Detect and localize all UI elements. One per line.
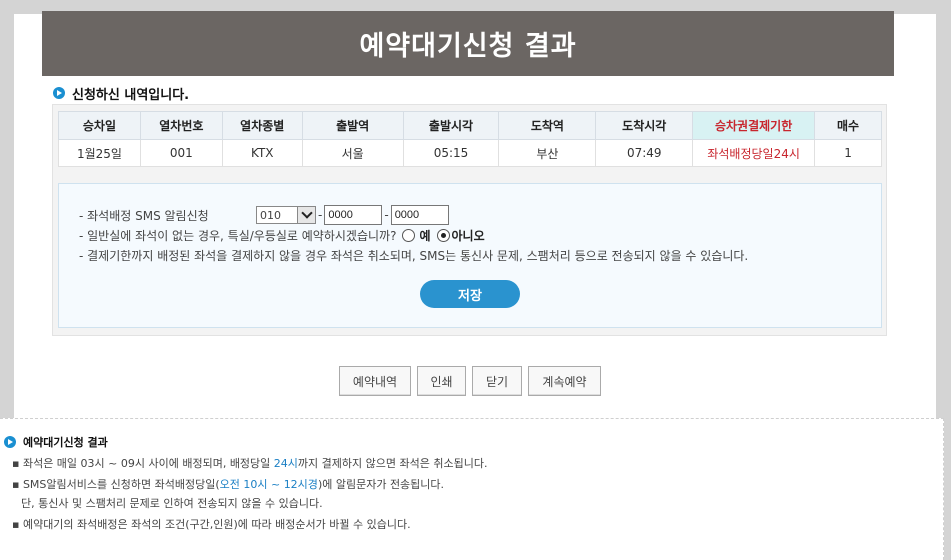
radio-yes[interactable]	[402, 229, 416, 242]
arrow-bullet-icon	[4, 436, 16, 448]
cell-arrival-station: 부산	[498, 139, 597, 167]
notice-line-1c: 까지 결제하지 않으면 좌석은 취소됩니다.	[297, 457, 488, 470]
cell-ticket-count: 1	[814, 139, 882, 167]
col-ticket-count: 매수	[814, 111, 882, 140]
close-button[interactable]: 닫기	[472, 366, 522, 396]
notice-line-4: ▪ 예약대기의 좌석배정은 좌석의 조건(구간,인원)에 따라 배정순서가 바뀔…	[12, 518, 411, 531]
section-heading: 신청하신 내역입니다.	[53, 84, 190, 103]
phone-middle-input[interactable]	[324, 205, 383, 225]
col-arrival-time: 도착시각	[595, 111, 694, 140]
phone-prefix-select[interactable]: 010	[256, 206, 316, 224]
continue-reservation-button[interactable]: 계속예약	[528, 366, 601, 396]
phone-dash: -	[384, 208, 389, 222]
radio-no[interactable]	[436, 229, 450, 242]
notice-line-2: ▪ SMS알림서비스를 신청하면 좌석배정당일(오전 10시 ~ 12시경)에 …	[12, 476, 444, 492]
notice-line-3: 단, 통신사 및 스팸처리 문제로 인하여 전송되지 않을 수 있습니다.	[21, 497, 323, 510]
cell-payment-deadline: 좌석배정당일24시	[692, 139, 816, 167]
notice-heading: 예약대기신청 결과	[4, 434, 108, 450]
special-seat-row: - 일반실에 좌석이 없는 경우, 특실/우등실로 예약하시겠습니까? 예 아니…	[79, 227, 485, 244]
col-train-type: 열차종별	[221, 111, 303, 140]
cell-arrival-time: 07:49	[595, 139, 694, 167]
cell-departure-station: 서울	[301, 139, 404, 167]
arrow-bullet-icon	[53, 87, 65, 99]
notice-line-2b: 오전 10시 ~ 12시경	[219, 478, 318, 491]
options-box: - 좌석배정 SMS 알림신청 010 - - - 일반실에 좌석이 없는 경우…	[58, 183, 882, 328]
cell-boarding-date: 1월25일	[58, 139, 141, 167]
radio-yes-label[interactable]: 예	[419, 227, 430, 244]
sms-row: - 좌석배정 SMS 알림신청 010 - -	[79, 205, 449, 225]
col-departure-station: 출발역	[301, 111, 404, 140]
radio-no-label[interactable]: 아니오	[452, 227, 485, 244]
col-arrival-station: 도착역	[498, 111, 597, 140]
cell-train-number: 001	[139, 139, 223, 167]
reservation-history-button[interactable]: 예약내역	[339, 366, 411, 396]
table-header-row: 승차일 열차번호 열차종별 출발역 출발시각 도착역 도착시각 승차권결제기한 …	[58, 111, 882, 140]
notice-line-2a: ▪ SMS알림서비스를 신청하면 좌석배정당일(	[12, 478, 220, 491]
notice-line-1: ▪ 좌석은 매일 03시 ~ 09시 사이에 배정되며, 배정당일 24시까지 …	[12, 455, 487, 471]
cell-departure-time: 05:15	[402, 139, 500, 167]
cell-train-type: KTX	[221, 139, 303, 167]
special-seat-label: - 일반실에 좌석이 없는 경우, 특실/우등실로 예약하시겠습니까?	[79, 229, 397, 243]
col-train-number: 열차번호	[139, 111, 223, 140]
sms-label: - 좌석배정 SMS 알림신청	[79, 208, 209, 223]
section-heading-text: 신청하신 내역입니다.	[72, 87, 190, 103]
chevron-down-icon[interactable]	[297, 207, 315, 223]
reservation-table: 승차일 열차번호 열차종별 출발역 출발시각 도착역 도착시각 승차권결제기한 …	[58, 111, 882, 167]
table-row: 1월25일 001 KTX 서울 05:15 부산 07:49 좌석배정당일24…	[58, 139, 882, 167]
phone-last-input[interactable]	[390, 205, 449, 225]
col-departure-time: 출발시각	[402, 111, 500, 140]
save-button[interactable]: 저장	[420, 280, 520, 308]
col-boarding-date: 승차일	[58, 111, 141, 140]
notice-heading-text: 예약대기신청 결과	[23, 436, 108, 449]
notice-line-1b: 24시	[273, 457, 298, 470]
phone-dash: -	[318, 208, 323, 222]
notice-section: 예약대기신청 결과 ▪ 좌석은 매일 03시 ~ 09시 사이에 배정되며, 배…	[0, 418, 944, 560]
phone-prefix-value: 010	[260, 208, 281, 222]
print-button[interactable]: 인쇄	[417, 366, 466, 396]
notice-line-2c: )에 알림문자가 전송됩니다.	[317, 478, 445, 491]
col-payment-deadline: 승차권결제기한	[692, 111, 816, 140]
notice-row: - 결제기한까지 배정된 좌석을 결제하지 않을 경우 좌석은 취소되며, SM…	[79, 247, 748, 264]
cancel-notice-text: - 결제기한까지 배정된 좌석을 결제하지 않을 경우 좌석은 취소되며, SM…	[79, 249, 749, 263]
page-title: 예약대기신청 결과	[42, 11, 894, 76]
notice-line-1a: ▪ 좌석은 매일 03시 ~ 09시 사이에 배정되며, 배정당일	[12, 457, 274, 470]
